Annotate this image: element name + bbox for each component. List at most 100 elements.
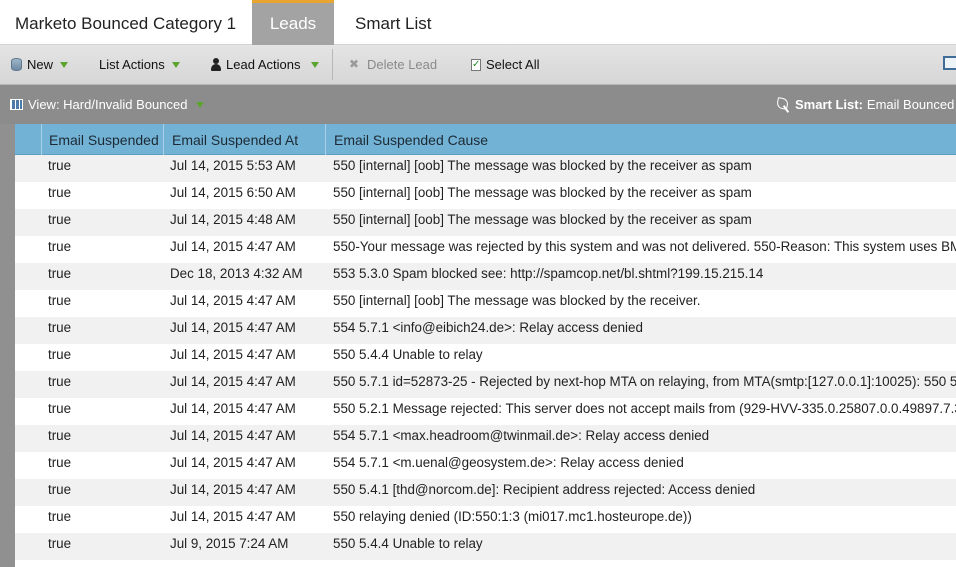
checkbox-icon: ✓ [471,58,481,71]
cell-email-suspended: true [48,536,72,551]
cell-email-suspended: true [48,374,72,389]
cell-email-suspended-at: Jul 14, 2015 4:47 AM [170,347,296,362]
smart-list-value: Email Bounced [866,97,955,112]
panel-toggle-icon[interactable] [943,56,956,70]
table-row[interactable]: true Jul 14, 2015 4:47 AM 550-Your message… [15,236,956,263]
table-row[interactable]: true Jul 14, 2015 4:47 AM 550 [internal] [… [15,290,956,317]
delete-lead-label: Delete Lead [367,56,438,72]
cell-email-suspended: true [48,293,72,308]
cell-email-suspended-at: Jul 14, 2015 5:53 AM [170,158,296,173]
chevron-down-icon [196,101,205,108]
table-row[interactable]: true Dec 18, 2013 4:32 AM 553 5.3.0 Spam b… [15,263,956,290]
table-row[interactable]: true Jul 14, 2015 4:47 AM 550 5.4.1 [thd@n… [15,479,956,506]
cell-email-suspended-at: Dec 18, 2013 4:32 AM [170,266,303,281]
cell-email-suspended-at: Jul 14, 2015 4:47 AM [170,401,296,416]
select-all-label: Select All [486,56,540,72]
cell-email-suspended-cause: 550 5.4.4 Unable to relay [333,536,483,551]
grid-header: Email Suspended Email Suspended At Email… [15,124,956,155]
database-icon [11,58,22,71]
cell-email-suspended-cause: 550 [internal] [oob] The message was blo… [333,158,752,173]
tab-bar: Marketo Bounced Category 1 Leads Smart L… [0,0,956,45]
new-button[interactable]: New [11,45,69,84]
cell-email-suspended: true [48,401,72,416]
tab-program-name[interactable]: Marketo Bounced Category 1 [15,0,236,45]
table-row[interactable]: true Jul 14, 2015 4:47 AM 550 5.7.1 id=528… [15,371,956,398]
person-icon [211,58,221,71]
view-label: View: Hard/Invalid Bounced [28,97,188,112]
cell-email-suspended-cause: 550-Your message was rejected by this sy… [333,239,956,254]
delete-person-icon: ✖ [349,57,360,71]
cell-email-suspended: true [48,158,72,173]
cell-email-suspended: true [48,347,72,362]
funnel-icon [777,98,791,112]
column-header-email-suspended-at[interactable]: Email Suspended At [163,124,325,155]
tab-leads[interactable]: Leads [252,0,334,45]
lead-actions-label: Lead Actions [226,56,301,72]
cell-email-suspended-at: Jul 14, 2015 4:47 AM [170,374,296,389]
cell-email-suspended-cause: 554 5.7.1 <max.headroom@twinmail.de>: Re… [333,428,710,443]
grid-view-icon [10,99,23,110]
smart-list-prefix: Smart List: [795,97,863,112]
grid-body: true Jul 14, 2015 5:53 AM 550 [internal] [… [15,155,956,560]
grid-area: Email Suspended Email Suspended At Email… [0,124,956,567]
cell-email-suspended-cause: 550 relaying denied (ID:550:1:3 (mi017.m… [333,509,692,524]
cell-email-suspended-cause: 550 5.7.1 id=52873-25 - Rejected by next… [333,374,956,389]
table-row[interactable]: true Jul 14, 2015 4:48 AM 550 [internal] [… [15,209,956,236]
cell-email-suspended-at: Jul 14, 2015 4:47 AM [170,455,296,470]
table-row[interactable]: true Jul 9, 2015 7:24 AM 550 5.4.4 Unable … [15,533,956,560]
select-all-button[interactable]: ✓ Select All [471,45,539,84]
leads-grid: Email Suspended Email Suspended At Email… [15,124,956,567]
cell-email-suspended: true [48,509,72,524]
table-row[interactable]: true Jul 14, 2015 5:53 AM 550 [internal] [… [15,155,956,182]
cell-email-suspended-at: Jul 14, 2015 4:47 AM [170,482,296,497]
smart-list-indicator[interactable]: Smart List: Email Bounced [777,85,954,124]
new-button-label: New [27,56,54,72]
cell-email-suspended-cause: 550 [internal] [oob] The message was blo… [333,185,752,200]
cell-email-suspended: true [48,428,72,443]
chevron-down-icon [171,61,180,68]
cell-email-suspended: true [48,482,72,497]
column-header-email-suspended-cause[interactable]: Email Suspended Cause [325,124,956,155]
cell-email-suspended: true [48,320,72,335]
cell-email-suspended-at: Jul 14, 2015 4:47 AM [170,293,296,308]
table-row[interactable]: true Jul 14, 2015 4:47 AM 554 5.7.1 <max.h… [15,425,956,452]
cell-email-suspended-cause: 554 5.7.1 <info@eibich24.de>: Relay acce… [333,320,643,335]
view-selector[interactable]: View: Hard/Invalid Bounced [10,85,205,124]
toolbar-divider [332,49,333,80]
list-actions-label: List Actions [99,56,165,72]
cell-email-suspended-cause: 550 [internal] [oob] The message was blo… [333,212,752,227]
table-row[interactable]: true Jul 14, 2015 4:47 AM 550 5.2.1 Messag… [15,398,956,425]
cell-email-suspended-at: Jul 14, 2015 4:47 AM [170,239,296,254]
cell-email-suspended-cause: 550 5.4.1 [thd@norcom.de]: Recipient add… [333,482,756,497]
cell-email-suspended: true [48,185,72,200]
cell-email-suspended-cause: 550 5.4.4 Unable to relay [333,347,483,362]
cell-email-suspended-at: Jul 14, 2015 4:48 AM [170,212,296,227]
toolbar: New List Actions Lead Actions ✖ Delete L… [0,45,956,85]
column-header-email-suspended[interactable]: Email Suspended [41,124,163,155]
cell-email-suspended: true [48,266,72,281]
cell-email-suspended-at: Jul 14, 2015 4:47 AM [170,428,296,443]
cell-email-suspended-cause: 553 5.3.0 Spam blocked see: http://spamc… [333,266,764,281]
chevron-down-icon [311,61,320,68]
table-row[interactable]: true Jul 14, 2015 4:47 AM 554 5.7.1 <info@… [15,317,956,344]
cell-email-suspended-cause: 554 5.7.1 <m.uenal@geosystem.de>: Relay … [333,455,684,470]
tab-smart-list[interactable]: Smart List [355,0,432,45]
view-bar: View: Hard/Invalid Bounced Smart List: E… [0,85,956,124]
table-row[interactable]: true Jul 14, 2015 4:47 AM 554 5.7.1 <m.uen… [15,452,956,479]
chevron-down-icon [60,61,69,68]
cell-email-suspended-cause: 550 5.2.1 Message rejected: This server … [333,401,956,416]
cell-email-suspended: true [48,212,72,227]
cell-email-suspended-cause: 550 [internal] [oob] The message was blo… [333,293,701,308]
list-actions-button[interactable]: List Actions [99,45,180,84]
cell-email-suspended: true [48,239,72,254]
cell-email-suspended-at: Jul 14, 2015 4:47 AM [170,509,296,524]
cell-email-suspended: true [48,455,72,470]
table-row[interactable]: true Jul 14, 2015 4:47 AM 550 relaying den… [15,506,956,533]
table-row[interactable]: true Jul 14, 2015 6:50 AM 550 [internal] [… [15,182,956,209]
lead-actions-button[interactable]: Lead Actions [211,45,320,84]
delete-lead-button[interactable]: ✖ Delete Lead [349,45,437,84]
cell-email-suspended-at: Jul 9, 2015 7:24 AM [170,536,289,551]
table-row[interactable]: true Jul 14, 2015 4:47 AM 550 5.4.4 Unable… [15,344,956,371]
cell-email-suspended-at: Jul 14, 2015 6:50 AM [170,185,296,200]
cell-email-suspended-at: Jul 14, 2015 4:47 AM [170,320,296,335]
